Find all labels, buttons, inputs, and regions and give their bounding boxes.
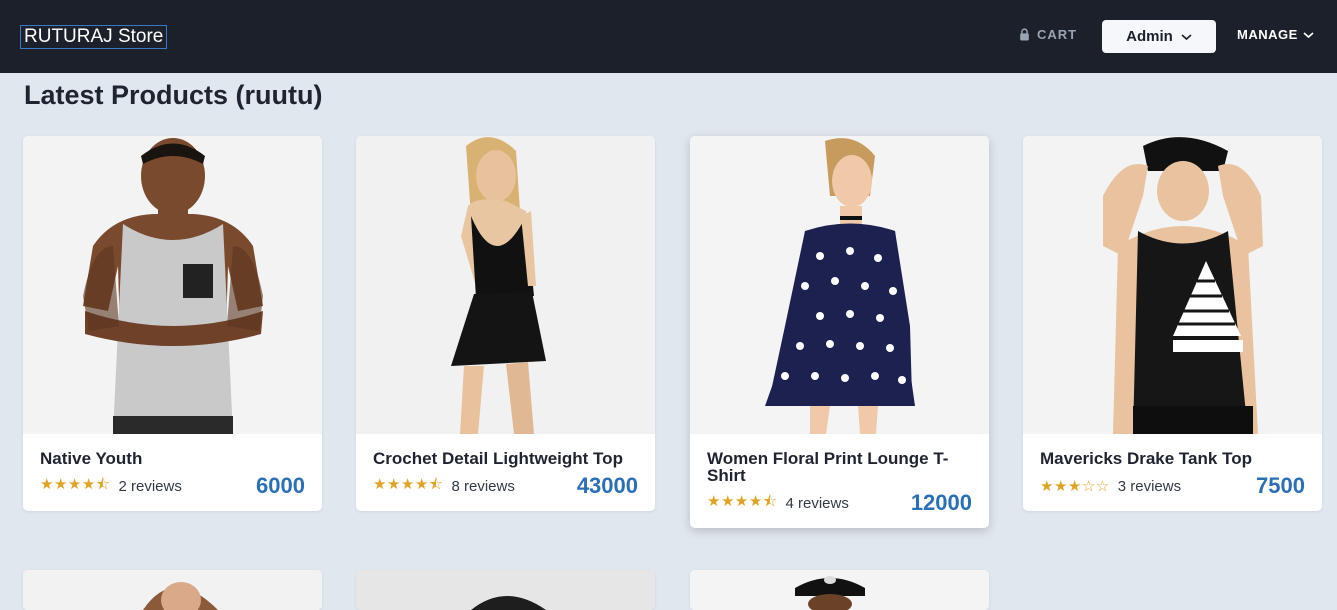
rating-stars: ★★★★⯪ [373, 475, 444, 493]
product-image[interactable] [23, 136, 322, 434]
manage-label: MANAGE [1237, 27, 1298, 42]
product-image[interactable] [356, 136, 655, 434]
manage-dropdown[interactable]: MANAGE [1237, 27, 1314, 42]
product-name[interactable]: Crochet Detail Lightweight Top [373, 450, 638, 467]
product-card[interactable]: Mavericks Drake Tank Top ★★★☆☆ 3 reviews… [1023, 136, 1322, 511]
product-name[interactable]: Mavericks Drake Tank Top [1040, 450, 1305, 467]
rating-stars: ★★★☆☆ [1040, 478, 1110, 495]
review-count: 3 reviews [1117, 477, 1182, 495]
product-price: 6000 [256, 473, 305, 498]
brand-link[interactable]: RUTURAJ Store [20, 25, 168, 49]
product-card[interactable]: Crochet Detail Lightweight Top ★★★★⯪ 8 r… [356, 136, 655, 511]
product-price: 7500 [1256, 473, 1305, 498]
lock-icon [1020, 28, 1029, 41]
product-card[interactable]: Native Youth ★★★★⯪ 2 reviews 6000 [23, 136, 322, 511]
product-card[interactable] [690, 570, 989, 610]
product-price: 12000 [910, 490, 972, 515]
product-image[interactable] [23, 570, 322, 610]
product-name[interactable]: Native Youth [40, 450, 305, 467]
product-meta: ★★★☆☆ 3 reviews 7500 [1040, 473, 1305, 498]
product-image[interactable] [1023, 136, 1322, 434]
product-card[interactable] [356, 570, 655, 610]
cart-label: CART [1037, 27, 1078, 42]
review-count: 8 reviews [451, 477, 515, 495]
chevron-down-icon [1181, 33, 1192, 40]
product-meta: ★★★★⯪ 4 reviews 12000 [707, 490, 972, 515]
product-image[interactable] [690, 570, 989, 610]
navbar: RUTURAJ Store CART Admin MANAGE [0, 0, 1337, 73]
product-image[interactable] [356, 570, 655, 610]
page-title: Latest Products (ruutu) [24, 80, 323, 110]
cart-link[interactable]: CART [1018, 27, 1077, 42]
review-count: 2 reviews [118, 477, 182, 495]
product-meta: ★★★★⯪ 2 reviews 6000 [40, 473, 305, 498]
product-price: 43000 [576, 473, 638, 498]
product-image[interactable] [690, 136, 989, 434]
product-card[interactable] [23, 570, 322, 610]
rating-stars: ★★★★⯪ [40, 475, 111, 493]
product-name[interactable]: Women Floral Print Lounge T-Shirt [707, 450, 972, 484]
chevron-down-icon [1303, 31, 1314, 38]
admin-label: Admin [1126, 28, 1173, 45]
admin-dropdown[interactable]: Admin [1102, 20, 1216, 53]
rating-stars: ★★★★⯪ [707, 492, 778, 510]
product-meta: ★★★★⯪ 8 reviews 43000 [373, 473, 638, 498]
review-count: 4 reviews [785, 494, 849, 512]
product-card[interactable]: Women Floral Print Lounge T-Shirt ★★★★⯪ … [690, 136, 989, 528]
